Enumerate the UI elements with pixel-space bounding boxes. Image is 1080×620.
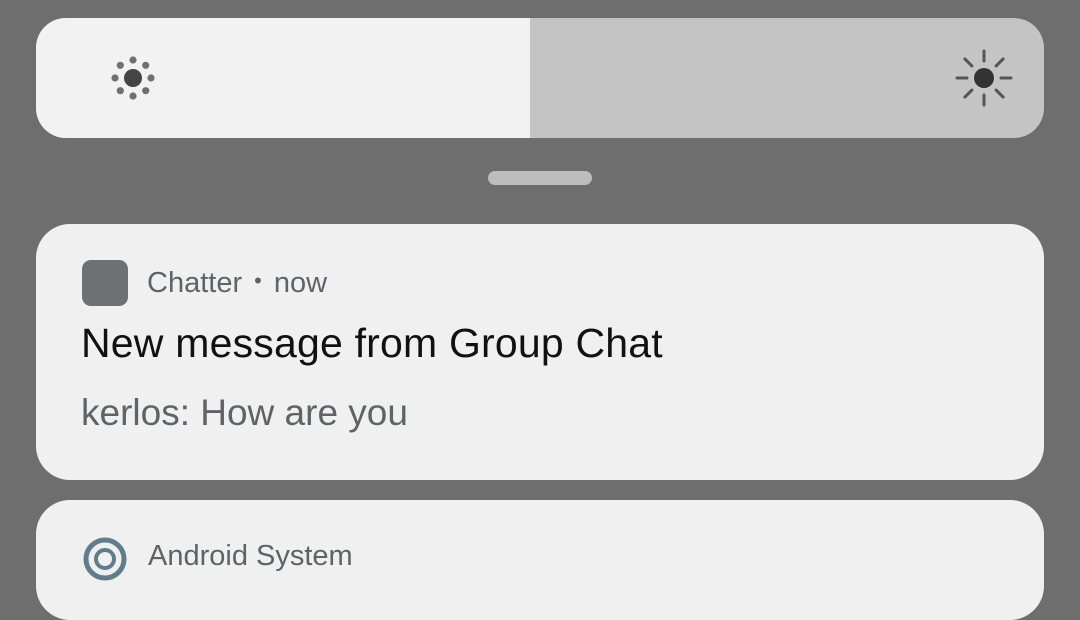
- android-system-icon: [82, 536, 128, 582]
- notification-card[interactable]: Chatter • now New message from Group Cha…: [36, 224, 1044, 480]
- header-separator: •: [254, 268, 262, 293]
- app-name: Android System: [148, 540, 353, 572]
- notification-time: now: [273, 266, 328, 299]
- app-name: Chatter: [147, 266, 243, 299]
- brightness-slider[interactable]: [36, 18, 1044, 138]
- notification-title: New message from Group Chat: [81, 320, 663, 366]
- app-placeholder-icon: [82, 260, 128, 306]
- notification-card-android-system[interactable]: Android System: [36, 500, 1044, 620]
- notification-header: Chatter • now: [82, 260, 327, 306]
- brightness-low-icon: [106, 51, 160, 105]
- brightness-high-icon: [954, 48, 1014, 108]
- notification-body: kerlos: How are you: [81, 392, 408, 433]
- shade-drag-handle[interactable]: [488, 171, 592, 185]
